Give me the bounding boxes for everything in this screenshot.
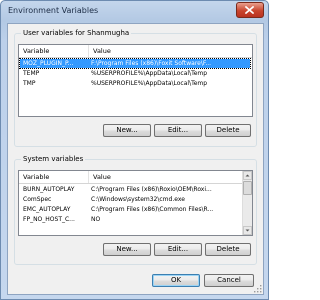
title-bar[interactable]: Environment Variables [1, 1, 268, 21]
variable-name: ComSpec [23, 196, 52, 203]
variable-name: FP_NO_HOST_C... [23, 216, 75, 223]
variable-value: C:\Program Files (x86)\Roxio\OEM\Roxi... [91, 186, 212, 193]
list-item[interactable]: TMP %USERPROFILE%\AppData\Local\Temp [20, 79, 250, 88]
dialog-body: User variables for Shanmugha Variable Va… [7, 23, 264, 295]
system-delete-button[interactable]: Delete [205, 243, 251, 256]
variable-name: TEMP [23, 70, 40, 77]
variable-value: NO [91, 216, 101, 223]
system-new-button[interactable]: New... [103, 243, 151, 256]
system-variables-legend: System variables [21, 155, 86, 163]
close-icon [245, 6, 254, 14]
system-variables-group: System variables Variable Value BURN_AUT… [14, 155, 257, 265]
user-variables-legend: User variables for Shanmugha [21, 29, 132, 37]
variable-value: %USERPROFILE%\AppData\Local\Temp [91, 80, 208, 87]
window-title: Environment Variables [8, 6, 99, 15]
vertical-scrollbar[interactable] [242, 171, 252, 235]
list-item[interactable]: EMC_AUTOPLAY C:\Program Files (x86)\Comm… [20, 205, 240, 214]
system-variables-list[interactable]: Variable Value BURN_AUTOPLAY C:\Program … [18, 170, 253, 236]
ok-button[interactable]: OK [152, 274, 200, 287]
column-header-variable[interactable]: Variable [19, 45, 89, 57]
list-header: Variable Value [19, 45, 252, 58]
environment-variables-dialog: Environment Variables User variables for… [0, 0, 269, 300]
resize-grip-icon[interactable] [254, 285, 262, 293]
user-new-button[interactable]: New... [103, 124, 151, 137]
arrow-up-icon [245, 174, 250, 177]
variable-name: BURN_AUTOPLAY [23, 186, 75, 193]
user-delete-button[interactable]: Delete [205, 124, 251, 137]
list-item[interactable]: BURN_AUTOPLAY C:\Program Files (x86)\Rox… [20, 185, 240, 194]
cancel-button[interactable]: Cancel [204, 274, 254, 287]
variable-name: MOZ_PLUGIN_P... [23, 60, 74, 67]
user-edit-button[interactable]: Edit... [154, 124, 202, 137]
scroll-thumb[interactable] [243, 181, 252, 195]
variable-value: F:\Program Files (x86)\Foxit Software\F.… [91, 60, 212, 67]
scroll-up-button[interactable] [243, 171, 252, 180]
scroll-down-button[interactable] [243, 226, 252, 235]
list-item[interactable]: ComSpec C:\Windows\system32\cmd.exe [20, 195, 240, 204]
variable-name: EMC_AUTOPLAY [23, 206, 71, 213]
variable-value: C:\Windows\system32\cmd.exe [91, 196, 185, 203]
variable-name: TMP [23, 80, 36, 87]
list-item[interactable]: FP_NO_HOST_C... NO [20, 215, 240, 224]
column-header-variable[interactable]: Variable [19, 171, 89, 183]
column-header-value[interactable]: Value [89, 45, 252, 57]
list-item[interactable]: TEMP %USERPROFILE%\AppData\Local\Temp [20, 69, 250, 78]
arrow-down-icon [245, 229, 250, 232]
list-item[interactable]: MOZ_PLUGIN_P... F:\Program Files (x86)\F… [19, 58, 251, 69]
variable-value: C:\Program Files (x86)\Common Files\R... [91, 206, 214, 213]
system-edit-button[interactable]: Edit... [154, 243, 202, 256]
user-variables-group: User variables for Shanmugha Variable Va… [14, 29, 257, 147]
list-header: Variable Value [19, 171, 242, 184]
column-header-value[interactable]: Value [89, 171, 242, 183]
variable-value: %USERPROFILE%\AppData\Local\Temp [91, 70, 208, 77]
user-variables-list[interactable]: Variable Value MOZ_PLUGIN_P... F:\Progra… [18, 44, 253, 117]
close-button[interactable] [236, 2, 264, 18]
